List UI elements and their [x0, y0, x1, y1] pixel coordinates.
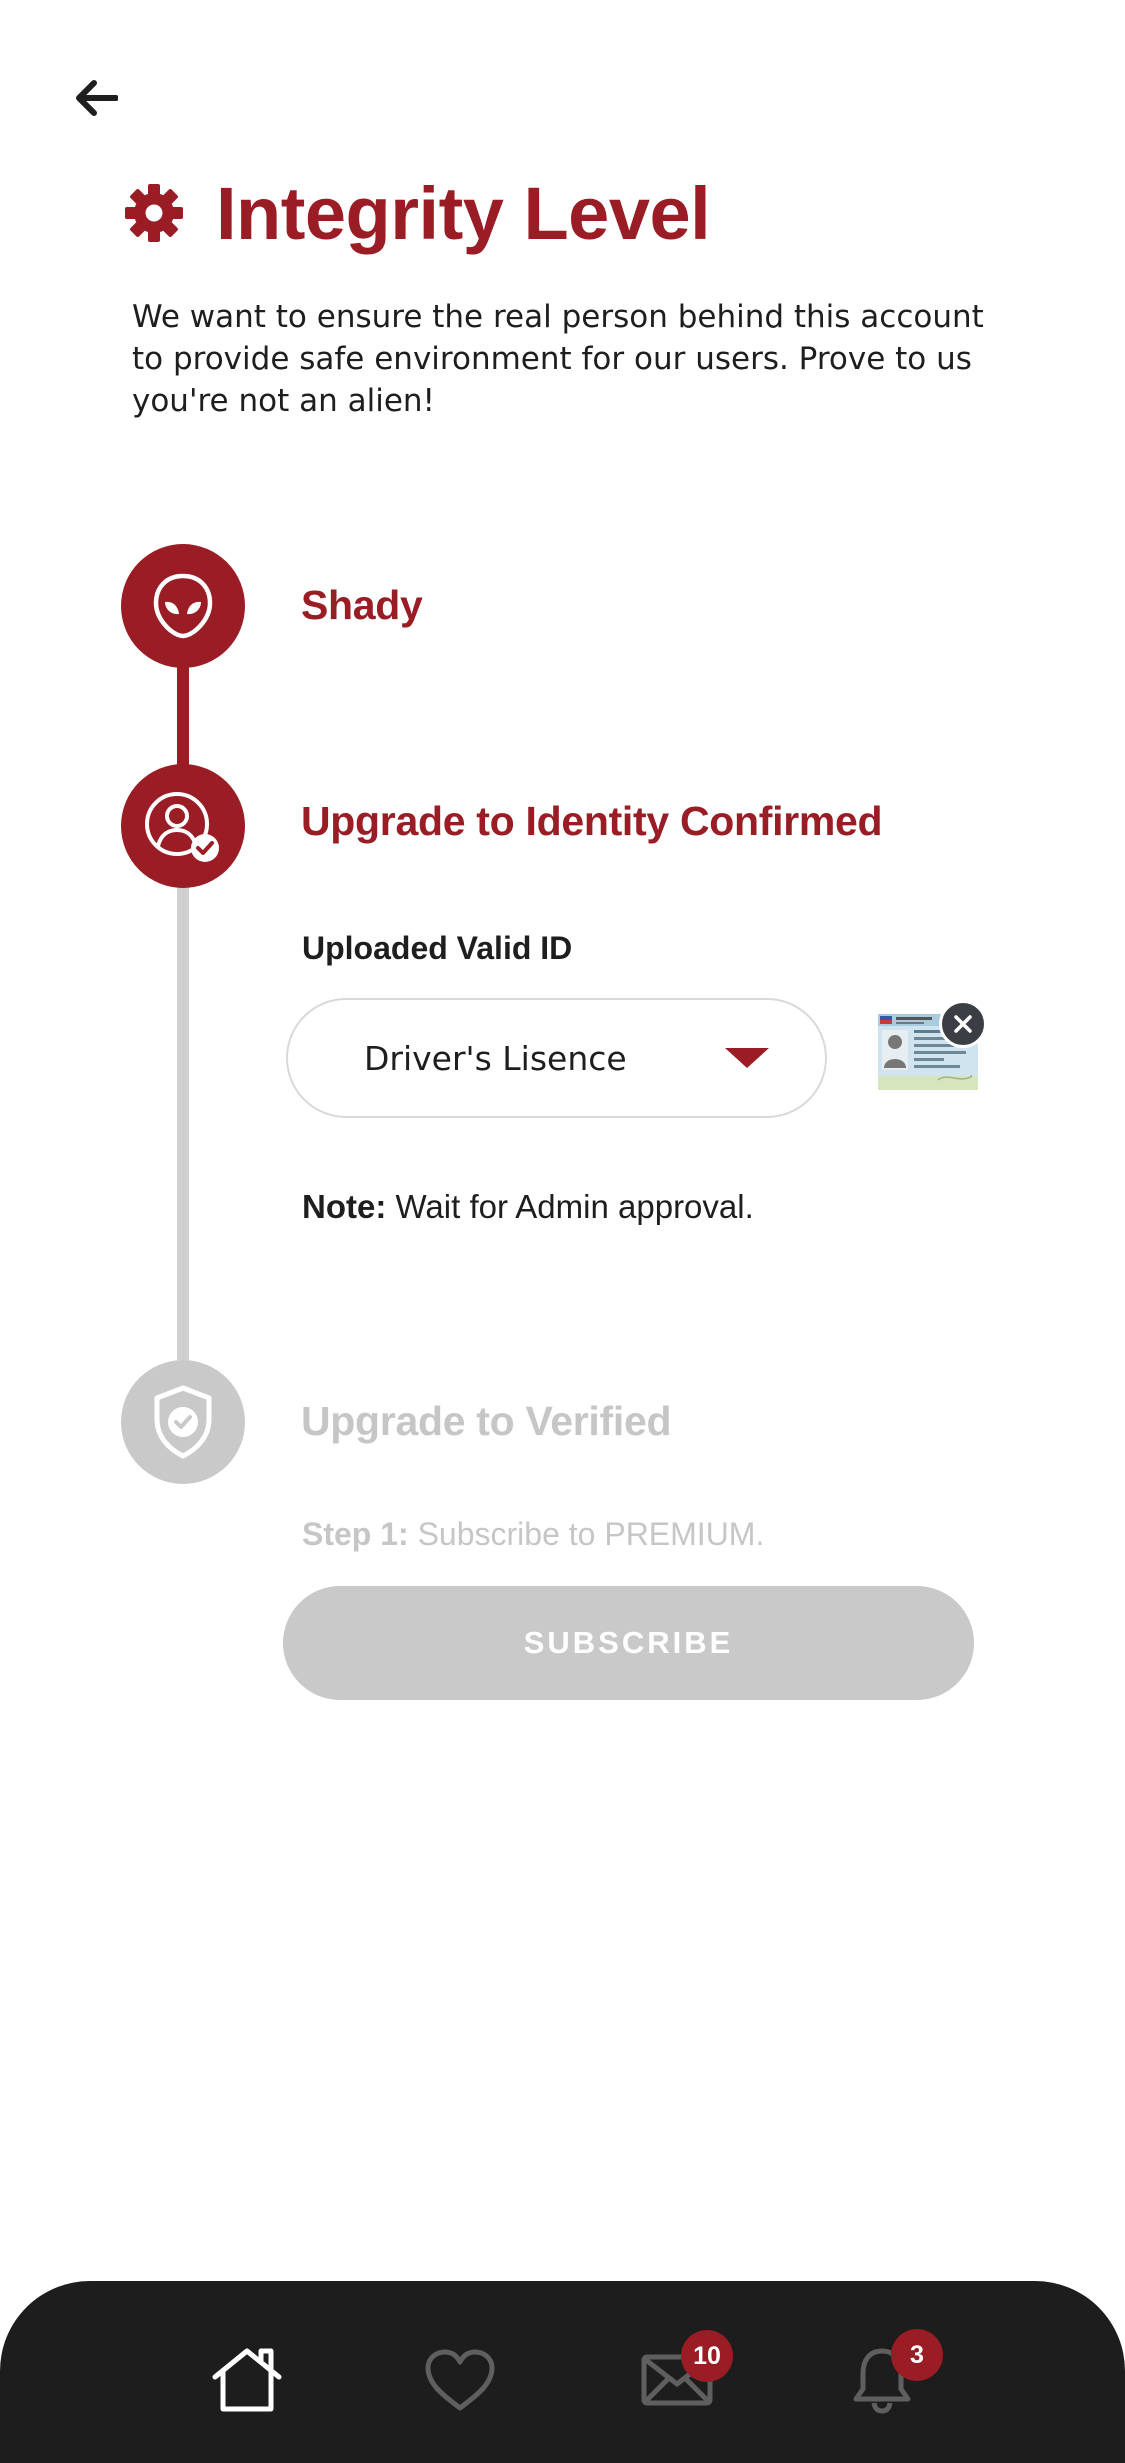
approval-note: Note: Wait for Admin approval. [302, 1188, 754, 1226]
id-type-value: Driver's Lisence [364, 1038, 627, 1078]
arrow-left-icon [76, 80, 118, 116]
home-icon [212, 2348, 282, 2412]
nav-likes[interactable] [420, 2340, 500, 2420]
remove-id-button[interactable] [939, 1000, 987, 1048]
step-identity-label: Upgrade to Identity Confirmed [301, 798, 883, 844]
step-verified-label: Upgrade to Verified [301, 1398, 672, 1444]
note-text: Wait for Admin approval. [386, 1188, 754, 1225]
note-label: Note: [302, 1188, 387, 1225]
gear-icon [124, 183, 184, 243]
shield-check-icon [154, 1385, 212, 1459]
subscribe-button[interactable]: SUBSCRIBE [283, 1586, 974, 1700]
step-1-text: Subscribe to PREMIUM. [408, 1516, 765, 1552]
bottom-nav-bar [0, 2281, 1125, 2463]
back-button[interactable] [62, 70, 130, 126]
intro-text: We want to ensure the real person behind… [132, 299, 984, 419]
step-shady-label: Shady [301, 582, 423, 628]
step-connector-pending [177, 880, 189, 1360]
id-type-select[interactable]: Driver's Lisence [286, 998, 827, 1118]
close-icon [954, 1015, 972, 1033]
step-shady-circle [121, 544, 245, 668]
verified-step-1: Step 1: Subscribe to PREMIUM. [302, 1516, 764, 1553]
alien-icon [153, 573, 213, 639]
notifications-badge: 3 [891, 2329, 943, 2381]
nav-home[interactable] [207, 2340, 287, 2420]
page-title: Integrity Level [216, 171, 711, 255]
title-row: Integrity Level [124, 168, 711, 258]
caret-down-icon [725, 1048, 769, 1068]
step-connector-complete [177, 660, 189, 770]
step-verified-circle [121, 1360, 245, 1484]
messages-badge: 10 [681, 2330, 733, 2382]
user-check-icon [145, 792, 219, 862]
step-identity-circle [121, 764, 245, 888]
uploaded-id-label: Uploaded Valid ID [302, 930, 573, 966]
step-1-label: Step 1: [302, 1516, 409, 1552]
heart-icon [425, 2349, 495, 2411]
